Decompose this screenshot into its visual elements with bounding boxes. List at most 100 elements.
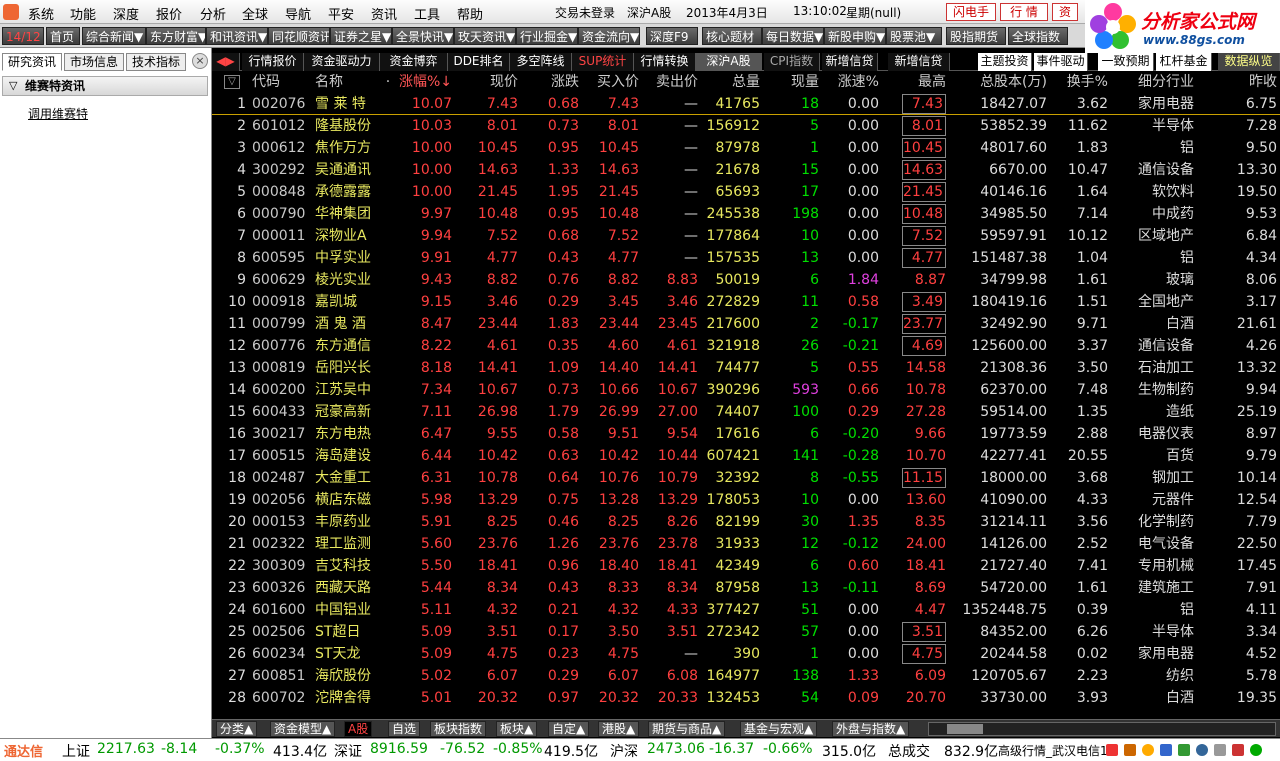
header-change-pct[interactable]: 涨幅%↓: [392, 71, 452, 93]
nav-ipo[interactable]: 新股申购▼: [824, 27, 886, 45]
status-icon[interactable]: [1250, 744, 1262, 756]
horizontal-scrollbar[interactable]: [928, 722, 1276, 736]
nav-meitian[interactable]: 玫天资讯▼: [454, 27, 516, 45]
btab-custom[interactable]: 自定▲: [548, 721, 590, 737]
table-row[interactable]: 22 300309 吉艾科技 5.50 18.41 0.96 18.40 18.41 42349…: [212, 555, 1280, 577]
quote-button[interactable]: 行 情: [1000, 3, 1048, 21]
btab-foreign-index[interactable]: 外盘与指数▲: [832, 721, 910, 737]
nav-news[interactable]: 综合新闻▼: [82, 27, 146, 45]
menu-quote[interactable]: 报价: [156, 4, 182, 23]
tab-event-driven[interactable]: 事件驱动: [1034, 53, 1088, 71]
menu-news[interactable]: 资讯: [371, 4, 397, 23]
menu-depth[interactable]: 深度: [113, 4, 139, 23]
nav-ths[interactable]: 同花顺资讯▼: [268, 27, 330, 45]
table-row[interactable]: 27 600851 海欣股份 5.02 6.07 0.29 6.07 6.08 164977 13…: [212, 665, 1280, 687]
table-row[interactable]: 9 600629 棱光实业 9.43 8.82 0.76 8.82 8.83 50019 6 1.8…: [212, 269, 1280, 291]
table-row[interactable]: 19 002056 横店东磁 5.98 13.29 0.75 13.28 13.29 17805…: [212, 489, 1280, 511]
table-row[interactable]: 14 600200 江苏吴中 7.34 10.67 0.73 10.66 10.67 39029…: [212, 379, 1280, 401]
table-row[interactable]: 2 601012 隆基股份 10.03 8.01 0.73 8.01 — 156912 5 0.00…: [212, 115, 1280, 137]
tab-quote[interactable]: 行情报价: [242, 53, 304, 71]
header-price[interactable]: 现价: [458, 71, 518, 93]
nav-eastmoney[interactable]: 东方财富▼: [146, 27, 206, 45]
info-button[interactable]: 资: [1052, 3, 1078, 21]
header-bid[interactable]: 买入价: [582, 71, 639, 93]
close-icon[interactable]: ×: [192, 53, 208, 69]
table-row[interactable]: 17 600515 海岛建设 6.44 10.42 0.63 10.42 10.44 60742…: [212, 445, 1280, 467]
tab-capital-game[interactable]: 资金博弈: [380, 53, 448, 71]
nav-depth-f9[interactable]: 深度F9: [646, 27, 698, 45]
header-turnover[interactable]: 换手%: [1048, 71, 1108, 93]
table-row[interactable]: 10 000918 嘉凯城 9.15 3.46 0.29 3.45 3.46 272829 11 0…: [212, 291, 1280, 313]
header-industry[interactable]: 细分行业: [1112, 71, 1194, 93]
table-row[interactable]: 6 000790 华神集团 9.97 10.48 0.95 10.48 — 245538 198 0…: [212, 203, 1280, 225]
table-row[interactable]: 28 600702 沱牌舍得 5.01 20.32 0.97 20.32 20.33 13245…: [212, 687, 1280, 709]
table-row[interactable]: 5 000848 承德露露 10.00 21.45 1.95 21.45 — 65693 17 0.…: [212, 181, 1280, 203]
menu-pingan[interactable]: 平安: [328, 4, 354, 23]
btab-capital-model[interactable]: 资金模型▲: [270, 721, 336, 737]
nav-daily-data[interactable]: 每日数据▼: [762, 27, 824, 45]
tab-new-credit-2[interactable]: 新增信贷: [888, 53, 950, 71]
brand-url[interactable]: www.88gs.com: [1143, 33, 1245, 47]
tab-theme-invest[interactable]: 主题投资: [978, 53, 1032, 71]
table-row[interactable]: 20 000153 丰原药业 5.91 8.25 0.46 8.25 8.26 82199 30 1…: [212, 511, 1280, 533]
table-row[interactable]: 16 300217 东方电热 6.47 9.55 0.58 9.51 9.54 17616 6 -0…: [212, 423, 1280, 445]
table-row[interactable]: 25 002506 ST超日 5.09 3.51 0.17 3.50 3.51 272342 57…: [212, 621, 1280, 643]
section-header[interactable]: ▽ 维赛特资讯: [2, 76, 208, 96]
tab-quote-switch[interactable]: 行情转换: [634, 53, 696, 71]
table-row[interactable]: 12 600776 东方通信 8.22 4.61 0.35 4.60 4.61 321918 26…: [212, 335, 1280, 357]
nav-core-theme[interactable]: 核心题材: [702, 27, 762, 45]
menu-help[interactable]: 帮助: [457, 4, 483, 23]
nav-stockstar[interactable]: 证券之星▼: [330, 27, 392, 45]
globe-icon[interactable]: [1196, 744, 1208, 756]
btab-category[interactable]: 分类▲: [216, 721, 258, 737]
scrollbar-thumb[interactable]: [947, 724, 983, 734]
btab-hk[interactable]: 港股▲: [598, 721, 640, 737]
header-prev-close[interactable]: 昨收: [1202, 71, 1277, 93]
nav-index-futures[interactable]: 股指期货: [946, 27, 1006, 45]
header-mark[interactable]: ·: [384, 71, 392, 93]
flash-trade-button[interactable]: 闪电手: [946, 3, 996, 21]
menu-analysis[interactable]: 分析: [200, 4, 226, 23]
header-code[interactable]: 代码: [252, 71, 308, 93]
news-icon[interactable]: [1124, 744, 1136, 756]
header-speed[interactable]: 涨速%: [822, 71, 879, 93]
tab-lever-fund[interactable]: 杠杆基金: [1156, 53, 1212, 71]
nav-global-index[interactable]: 全球指数: [1008, 27, 1068, 45]
menu-function[interactable]: 功能: [70, 4, 96, 23]
nav-home[interactable]: 首页: [46, 27, 80, 45]
settings-icon[interactable]: [1214, 744, 1226, 756]
tab-sup[interactable]: SUP统计: [572, 53, 634, 71]
table-row[interactable]: 3 000612 焦作万方 10.00 10.45 0.95 10.45—87978 1 0.0…: [212, 137, 1280, 159]
header-cur-volume[interactable]: 现量: [762, 71, 819, 93]
tab-market-info[interactable]: 市场信息: [64, 53, 124, 71]
tab-cpi[interactable]: CPI指数: [764, 53, 820, 71]
tab-bull-bear[interactable]: 多空阵线: [510, 53, 572, 71]
tab-scroll-arrows-icon[interactable]: ◀▶: [212, 53, 240, 71]
tab-consensus[interactable]: 一致预期: [1098, 53, 1154, 71]
chart-icon[interactable]: [1160, 744, 1172, 756]
header-shares[interactable]: 总股本(万): [950, 71, 1047, 93]
tab-dde[interactable]: DDE排名: [448, 53, 510, 71]
nav-stock-pool[interactable]: 股票池▼: [886, 27, 942, 45]
menu-system[interactable]: 系统: [28, 4, 54, 23]
header-high[interactable]: 最高: [902, 71, 946, 93]
menu-navigate[interactable]: 导航: [285, 4, 311, 23]
table-row[interactable]: 21 002322 理工监测 5.60 23.76 1.26 23.76 23.78 31933…: [212, 533, 1280, 555]
tab-tech-indicator[interactable]: 技术指标: [126, 53, 186, 71]
table-row[interactable]: 23 600326 西藏天路 5.44 8.34 0.43 8.33 8.34 87958 13 -…: [212, 577, 1280, 599]
table-row[interactable]: 13 000819 岳阳兴长 8.18 14.41 1.09 14.40 14.41 74477…: [212, 357, 1280, 379]
signal-icon[interactable]: [1232, 744, 1244, 756]
table-row[interactable]: 1 002076 雪 莱 特 10.07 7.43 0.68 7.43 — 41765 18 0.0…: [212, 93, 1280, 115]
table-row[interactable]: 15 600433 冠豪高新 7.11 26.98 1.79 26.99 27.00 74407…: [212, 401, 1280, 423]
menu-tools[interactable]: 工具: [414, 4, 440, 23]
header-change[interactable]: 涨跌: [524, 71, 579, 93]
table-row[interactable]: 8 600595 中孚实业 9.91 4.77 0.43 4.77 — 157535 13 0.00…: [212, 247, 1280, 269]
flag-icon[interactable]: [1178, 744, 1190, 756]
nav-capitalflow[interactable]: 资金流向▼: [578, 27, 640, 45]
column-menu-icon[interactable]: ▽: [224, 75, 240, 89]
tab-capital-drive[interactable]: 资金驱动力: [304, 53, 380, 71]
alert-icon[interactable]: [1106, 744, 1118, 756]
nav-industry[interactable]: 行业掘金▼: [516, 27, 578, 45]
tab-new-credit-1[interactable]: 新增信贷: [822, 53, 878, 71]
btab-a-share[interactable]: A股: [344, 721, 373, 737]
